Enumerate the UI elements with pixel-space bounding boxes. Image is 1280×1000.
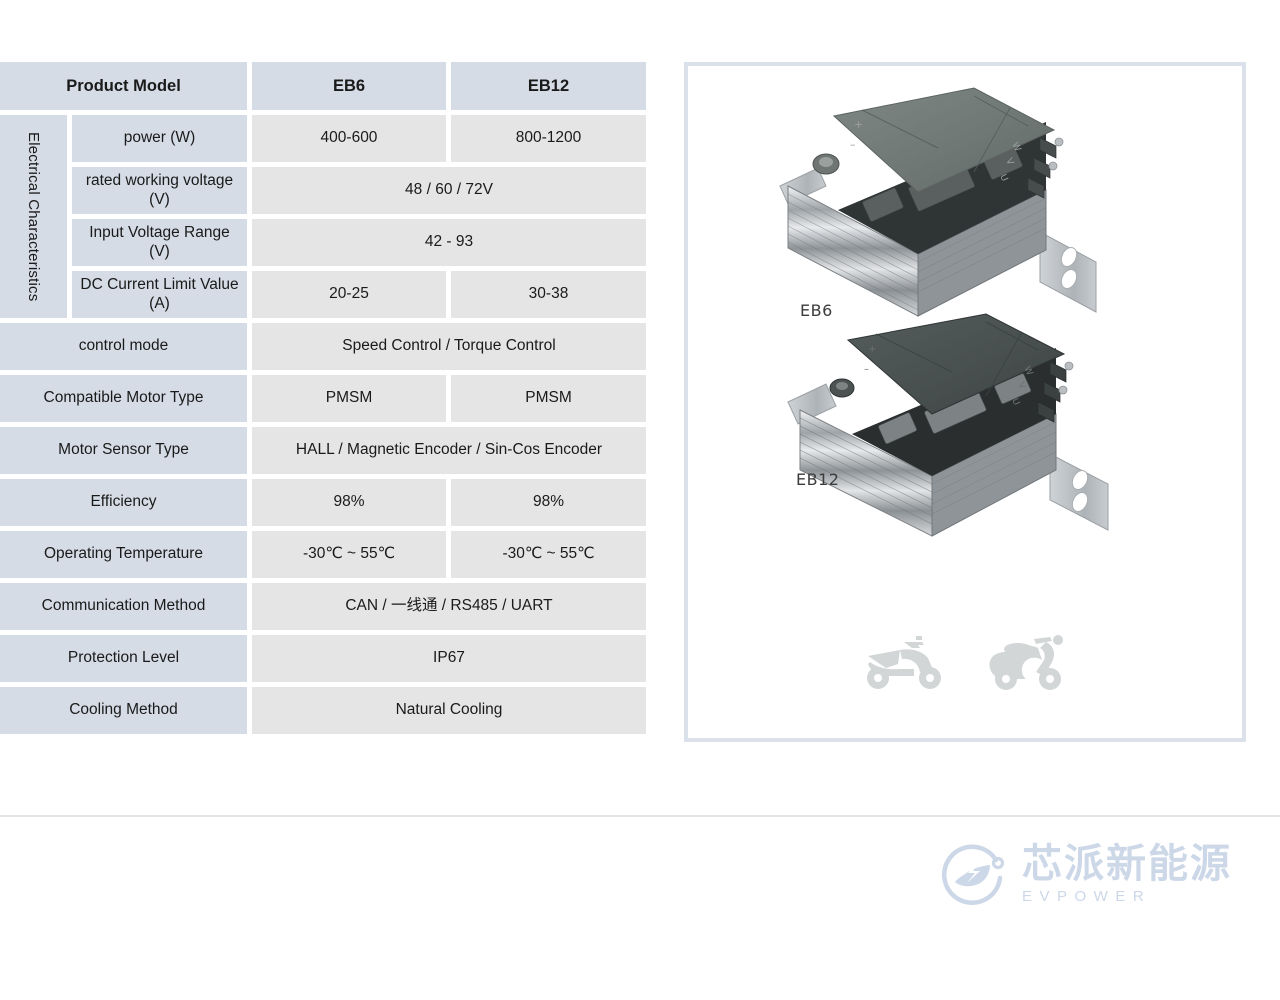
row-value-eb6: PMSM bbox=[252, 375, 446, 422]
brand-name-en: EVPOWER bbox=[1022, 888, 1152, 905]
row-value-both: IP67 bbox=[252, 635, 646, 682]
header-eb12: EB12 bbox=[451, 62, 646, 110]
unit-label-eb12: EB12 bbox=[796, 470, 840, 489]
table-row: Motor Sensor Type HALL / Magnetic Encode… bbox=[0, 427, 646, 474]
row-label: Input Voltage Range (V) bbox=[72, 219, 247, 266]
row-value-eb6: 20-25 bbox=[252, 271, 446, 318]
table-row: power (W) 400-600 800-1200 bbox=[72, 115, 646, 162]
table-row: Input Voltage Range (V) 42 - 93 bbox=[72, 219, 646, 266]
row-label: Efficiency bbox=[0, 479, 247, 526]
brand-name-cn: 芯派新能源 bbox=[1022, 841, 1232, 887]
row-label: control mode bbox=[0, 323, 247, 370]
row-label: Protection Level bbox=[0, 635, 247, 682]
row-label: Communication Method bbox=[0, 583, 247, 630]
controller-eb6-render: + – W V U bbox=[779, 87, 1097, 317]
row-value-eb12: 800-1200 bbox=[451, 115, 646, 162]
evpower-leaf-logo-icon bbox=[941, 844, 1005, 905]
svg-text:–: – bbox=[850, 138, 856, 151]
controller-eb12-render: + – W V U bbox=[787, 313, 1109, 537]
header-eb6: EB6 bbox=[252, 62, 446, 110]
header-product-model: Product Model bbox=[0, 62, 247, 110]
unit-label-eb6: EB6 bbox=[800, 301, 833, 320]
row-value-both: 42 - 93 bbox=[252, 219, 646, 266]
specification-table: Product Model EB6 EB12 Electrical Charac… bbox=[0, 62, 646, 739]
footer-divider bbox=[0, 815, 1280, 817]
table-row: control mode Speed Control / Torque Cont… bbox=[0, 323, 646, 370]
electrical-characteristics-group: Electrical Characteristics power (W) 400… bbox=[0, 115, 646, 318]
row-value-eb6: 400-600 bbox=[252, 115, 446, 162]
svg-text:–: – bbox=[864, 364, 869, 375]
table-row: Communication Method CAN / 一线通 / RS485 /… bbox=[0, 583, 646, 630]
product-image-panel: + – W V U + – W V U bbox=[684, 62, 1246, 742]
row-label: Cooling Method bbox=[0, 687, 247, 734]
row-label: power (W) bbox=[72, 115, 247, 162]
row-value-both: 48 / 60 / 72V bbox=[252, 167, 646, 214]
table-row: Protection Level IP67 bbox=[0, 635, 646, 682]
row-value-eb12: 30-38 bbox=[451, 271, 646, 318]
group-label-text: Electrical Characteristics bbox=[25, 131, 42, 302]
brand-logo: 芯派新能源 EVPOWER bbox=[938, 838, 1232, 910]
svg-text:+: + bbox=[854, 118, 863, 131]
svg-text:+: + bbox=[868, 344, 876, 355]
vehicle-icon-row bbox=[860, 628, 1080, 698]
row-value-eb12: 98% bbox=[451, 479, 646, 526]
table-row: rated working voltage (V) 48 / 60 / 72V bbox=[72, 167, 646, 214]
table-row: Cooling Method Natural Cooling bbox=[0, 687, 646, 734]
moped-icon bbox=[989, 635, 1063, 690]
row-label: rated working voltage (V) bbox=[72, 167, 247, 214]
row-label: Motor Sensor Type bbox=[0, 427, 247, 474]
row-value-eb6: -30℃ ~ 55℃ bbox=[252, 531, 446, 578]
row-label: DC Current Limit Value (A) bbox=[72, 271, 247, 318]
row-value-both: Natural Cooling bbox=[252, 687, 646, 734]
table-row: Compatible Motor Type PMSM PMSM bbox=[0, 375, 646, 422]
group-label-electrical: Electrical Characteristics bbox=[0, 115, 67, 318]
row-label: Operating Temperature bbox=[0, 531, 247, 578]
row-label: Compatible Motor Type bbox=[0, 375, 247, 422]
table-header-row: Product Model EB6 EB12 bbox=[0, 62, 646, 110]
row-value-both: CAN / 一线通 / RS485 / UART bbox=[252, 583, 646, 630]
row-value-both: Speed Control / Torque Control bbox=[252, 323, 646, 370]
row-value-eb12: PMSM bbox=[451, 375, 646, 422]
row-value-both: HALL / Magnetic Encoder / Sin-Cos Encode… bbox=[252, 427, 646, 474]
table-row: DC Current Limit Value (A) 20-25 30-38 bbox=[72, 271, 646, 318]
scooter-icon bbox=[867, 636, 941, 689]
table-row: Efficiency 98% 98% bbox=[0, 479, 646, 526]
row-value-eb12: -30℃ ~ 55℃ bbox=[451, 531, 646, 578]
table-row: Operating Temperature -30℃ ~ 55℃ -30℃ ~ … bbox=[0, 531, 646, 578]
row-value-eb6: 98% bbox=[252, 479, 446, 526]
